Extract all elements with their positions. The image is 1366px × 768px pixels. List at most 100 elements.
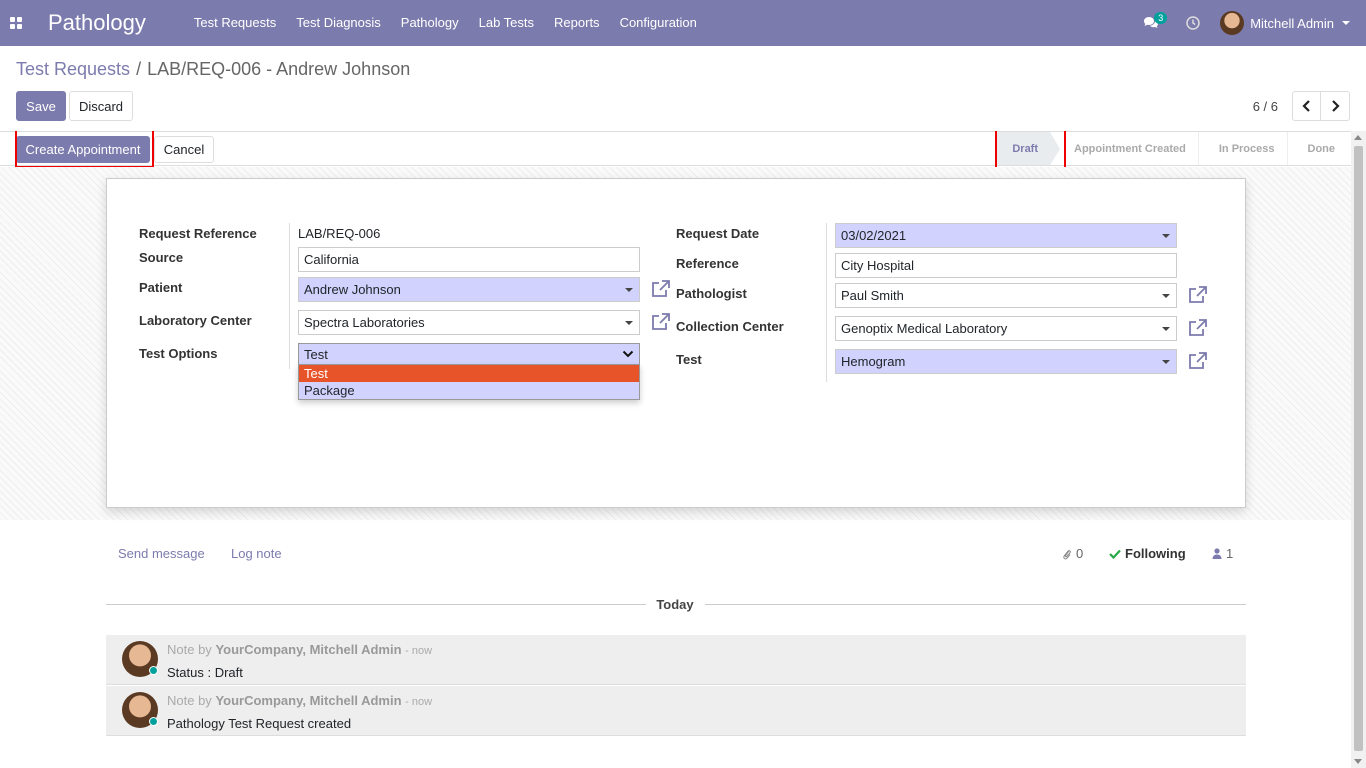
collection-center-value: Genoptix Medical Laboratory bbox=[841, 321, 1008, 336]
chevron-down-icon bbox=[1162, 294, 1170, 298]
laboratory-center-label: Laboratory Center bbox=[139, 313, 252, 328]
save-button[interactable]: Save bbox=[16, 91, 66, 121]
status-bar: Create Appointment Cancel Draft Appointm… bbox=[0, 131, 1351, 166]
menu-test-diagnosis[interactable]: Test Diagnosis bbox=[286, 0, 391, 46]
external-link-icon[interactable] bbox=[651, 280, 671, 300]
scroll-thumb[interactable] bbox=[1354, 146, 1363, 751]
paperclip-icon bbox=[1063, 549, 1071, 559]
source-label: Source bbox=[139, 250, 184, 265]
pager-value: 6 / 6 bbox=[1252, 99, 1278, 114]
option-test[interactable]: Test bbox=[299, 365, 639, 382]
divider bbox=[106, 604, 646, 605]
pathologist-label: Pathologist bbox=[676, 286, 747, 301]
collection-center-label: Collection Center bbox=[676, 319, 784, 334]
log-note-button[interactable]: Log note bbox=[231, 546, 282, 561]
collection-center-select[interactable]: Genoptix Medical Laboratory bbox=[835, 316, 1177, 341]
external-link-icon[interactable] bbox=[1188, 352, 1208, 372]
user-avatar bbox=[1220, 11, 1245, 35]
patient-value: Andrew Johnson bbox=[304, 282, 401, 297]
following-label: Following bbox=[1125, 546, 1186, 561]
test-options-label: Test Options bbox=[139, 346, 218, 361]
divider bbox=[289, 223, 290, 369]
cancel-button[interactable]: Cancel bbox=[154, 136, 214, 163]
patient-label: Patient bbox=[139, 280, 183, 295]
app-title[interactable]: Pathology bbox=[48, 10, 146, 36]
message-author[interactable]: YourCompany, Mitchell Admin bbox=[215, 642, 401, 657]
test-value: Hemogram bbox=[841, 354, 906, 369]
stage-done[interactable]: Done bbox=[1286, 132, 1352, 165]
vertical-scrollbar[interactable] bbox=[1351, 131, 1366, 768]
patient-select[interactable]: Andrew Johnson bbox=[298, 277, 640, 302]
chevron-down-icon bbox=[1162, 234, 1170, 238]
breadcrumb-parent[interactable]: Test Requests bbox=[16, 59, 130, 80]
menu-pathology[interactable]: Pathology bbox=[391, 0, 469, 46]
top-navbar: Pathology Test Requests Test Diagnosis P… bbox=[0, 0, 1366, 46]
create-appointment-button[interactable]: Create Appointment bbox=[16, 136, 150, 163]
discard-button[interactable]: Discard bbox=[69, 91, 133, 121]
message-item: Note by YourCompany, Mitchell Admin - no… bbox=[106, 635, 1246, 685]
chat-count-badge: 3 bbox=[1154, 12, 1168, 24]
chevron-down-icon bbox=[1342, 21, 1350, 25]
external-link-icon[interactable] bbox=[1188, 319, 1208, 339]
pathologist-value: Paul Smith bbox=[841, 288, 904, 303]
laboratory-center-value: Spectra Laboratories bbox=[304, 315, 425, 330]
chat-icon[interactable]: 3 bbox=[1136, 0, 1168, 46]
menu-configuration[interactable]: Configuration bbox=[610, 0, 707, 46]
menu-lab-tests[interactable]: Lab Tests bbox=[469, 0, 544, 46]
test-select[interactable]: Hemogram bbox=[835, 349, 1177, 374]
option-package[interactable]: Package bbox=[299, 382, 639, 399]
menu-reports[interactable]: Reports bbox=[544, 0, 610, 46]
chevron-down-icon bbox=[1162, 327, 1170, 331]
scroll-up-icon[interactable] bbox=[1354, 135, 1362, 140]
test-label: Test bbox=[676, 352, 702, 367]
laboratory-center-select[interactable]: Spectra Laboratories bbox=[298, 310, 640, 335]
user-name: Mitchell Admin bbox=[1250, 15, 1334, 31]
divider bbox=[705, 604, 1246, 605]
breadcrumb-separator: / bbox=[136, 59, 142, 79]
external-link-icon[interactable] bbox=[651, 313, 671, 333]
message-author[interactable]: YourCompany, Mitchell Admin bbox=[215, 693, 401, 708]
request-date-input[interactable]: 03/02/2021 bbox=[835, 223, 1177, 248]
menu-test-requests[interactable]: Test Requests bbox=[184, 0, 286, 46]
reference-input[interactable]: City Hospital bbox=[835, 253, 1177, 278]
request-reference-label: Request Reference bbox=[139, 226, 257, 241]
chevron-down-icon bbox=[1162, 360, 1170, 364]
scroll-down-icon[interactable] bbox=[1354, 759, 1362, 764]
user-icon bbox=[1212, 548, 1222, 559]
activity-clock-icon[interactable] bbox=[1178, 0, 1208, 46]
message-header: Note by YourCompany, Mitchell Admin - no… bbox=[167, 693, 432, 708]
following-button[interactable]: Following bbox=[1109, 546, 1186, 561]
attachments-button[interactable]: 0 bbox=[1062, 546, 1083, 561]
user-menu[interactable]: Mitchell Admin bbox=[1220, 11, 1350, 35]
send-message-button[interactable]: Send message bbox=[118, 546, 205, 561]
external-link-icon[interactable] bbox=[1188, 286, 1208, 306]
breadcrumb-current: LAB/REQ-006 - Andrew Johnson bbox=[147, 59, 411, 79]
today-separator: Today bbox=[656, 597, 694, 612]
divider bbox=[826, 223, 827, 382]
message-body: Pathology Test Request created bbox=[167, 716, 352, 731]
attachments-count: 0 bbox=[1076, 546, 1084, 561]
apps-menu-icon[interactable] bbox=[0, 0, 32, 46]
message-item: Note by YourCompany, Mitchell Admin - no… bbox=[106, 686, 1246, 736]
pager-next-button[interactable] bbox=[1321, 91, 1350, 121]
source-input[interactable]: California bbox=[298, 247, 640, 272]
check-icon bbox=[1109, 549, 1121, 559]
request-date-value: 03/02/2021 bbox=[841, 228, 907, 243]
breadcrumb: Test Requests / LAB/REQ-006 - Andrew Joh… bbox=[16, 59, 410, 80]
followers-button[interactable]: 1 bbox=[1212, 546, 1233, 561]
message-header: Note by YourCompany, Mitchell Admin - no… bbox=[167, 642, 432, 657]
chevron-down-icon bbox=[625, 288, 633, 292]
reference-label: Reference bbox=[676, 256, 739, 271]
stage-in-process[interactable]: In Process bbox=[1197, 132, 1287, 165]
online-status-icon bbox=[149, 717, 158, 726]
request-date-label: Request Date bbox=[676, 226, 760, 241]
chevron-down-icon bbox=[622, 350, 634, 358]
stage-pipeline: Draft Appointment Created In Process Don… bbox=[996, 132, 1351, 165]
chevron-right-icon bbox=[1332, 100, 1340, 112]
chevron-left-icon bbox=[1301, 100, 1310, 112]
pathologist-select[interactable]: Paul Smith bbox=[835, 283, 1177, 308]
stage-draft[interactable]: Draft bbox=[996, 132, 1060, 165]
pager-previous-button[interactable] bbox=[1292, 91, 1321, 121]
stage-appointment-created[interactable]: Appointment Created bbox=[1050, 132, 1198, 165]
online-status-icon bbox=[149, 666, 158, 675]
